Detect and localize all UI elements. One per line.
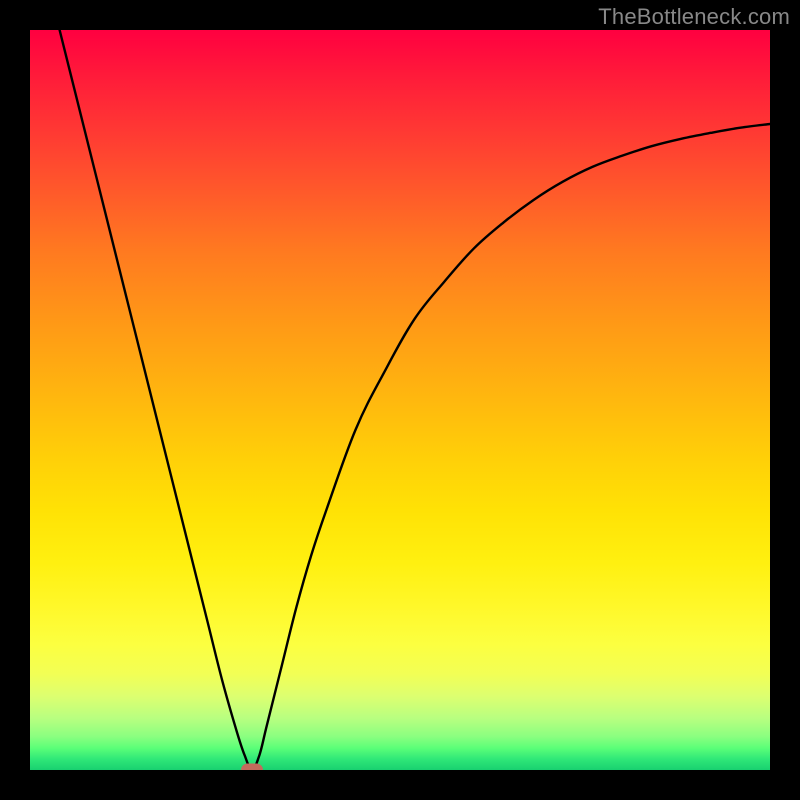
plot-area — [30, 30, 770, 770]
watermark-text: TheBottleneck.com — [598, 4, 790, 30]
min-point-marker — [241, 764, 263, 771]
chart-frame: TheBottleneck.com — [0, 0, 800, 800]
bottleneck-curve — [60, 30, 770, 770]
curve-layer — [30, 30, 770, 770]
